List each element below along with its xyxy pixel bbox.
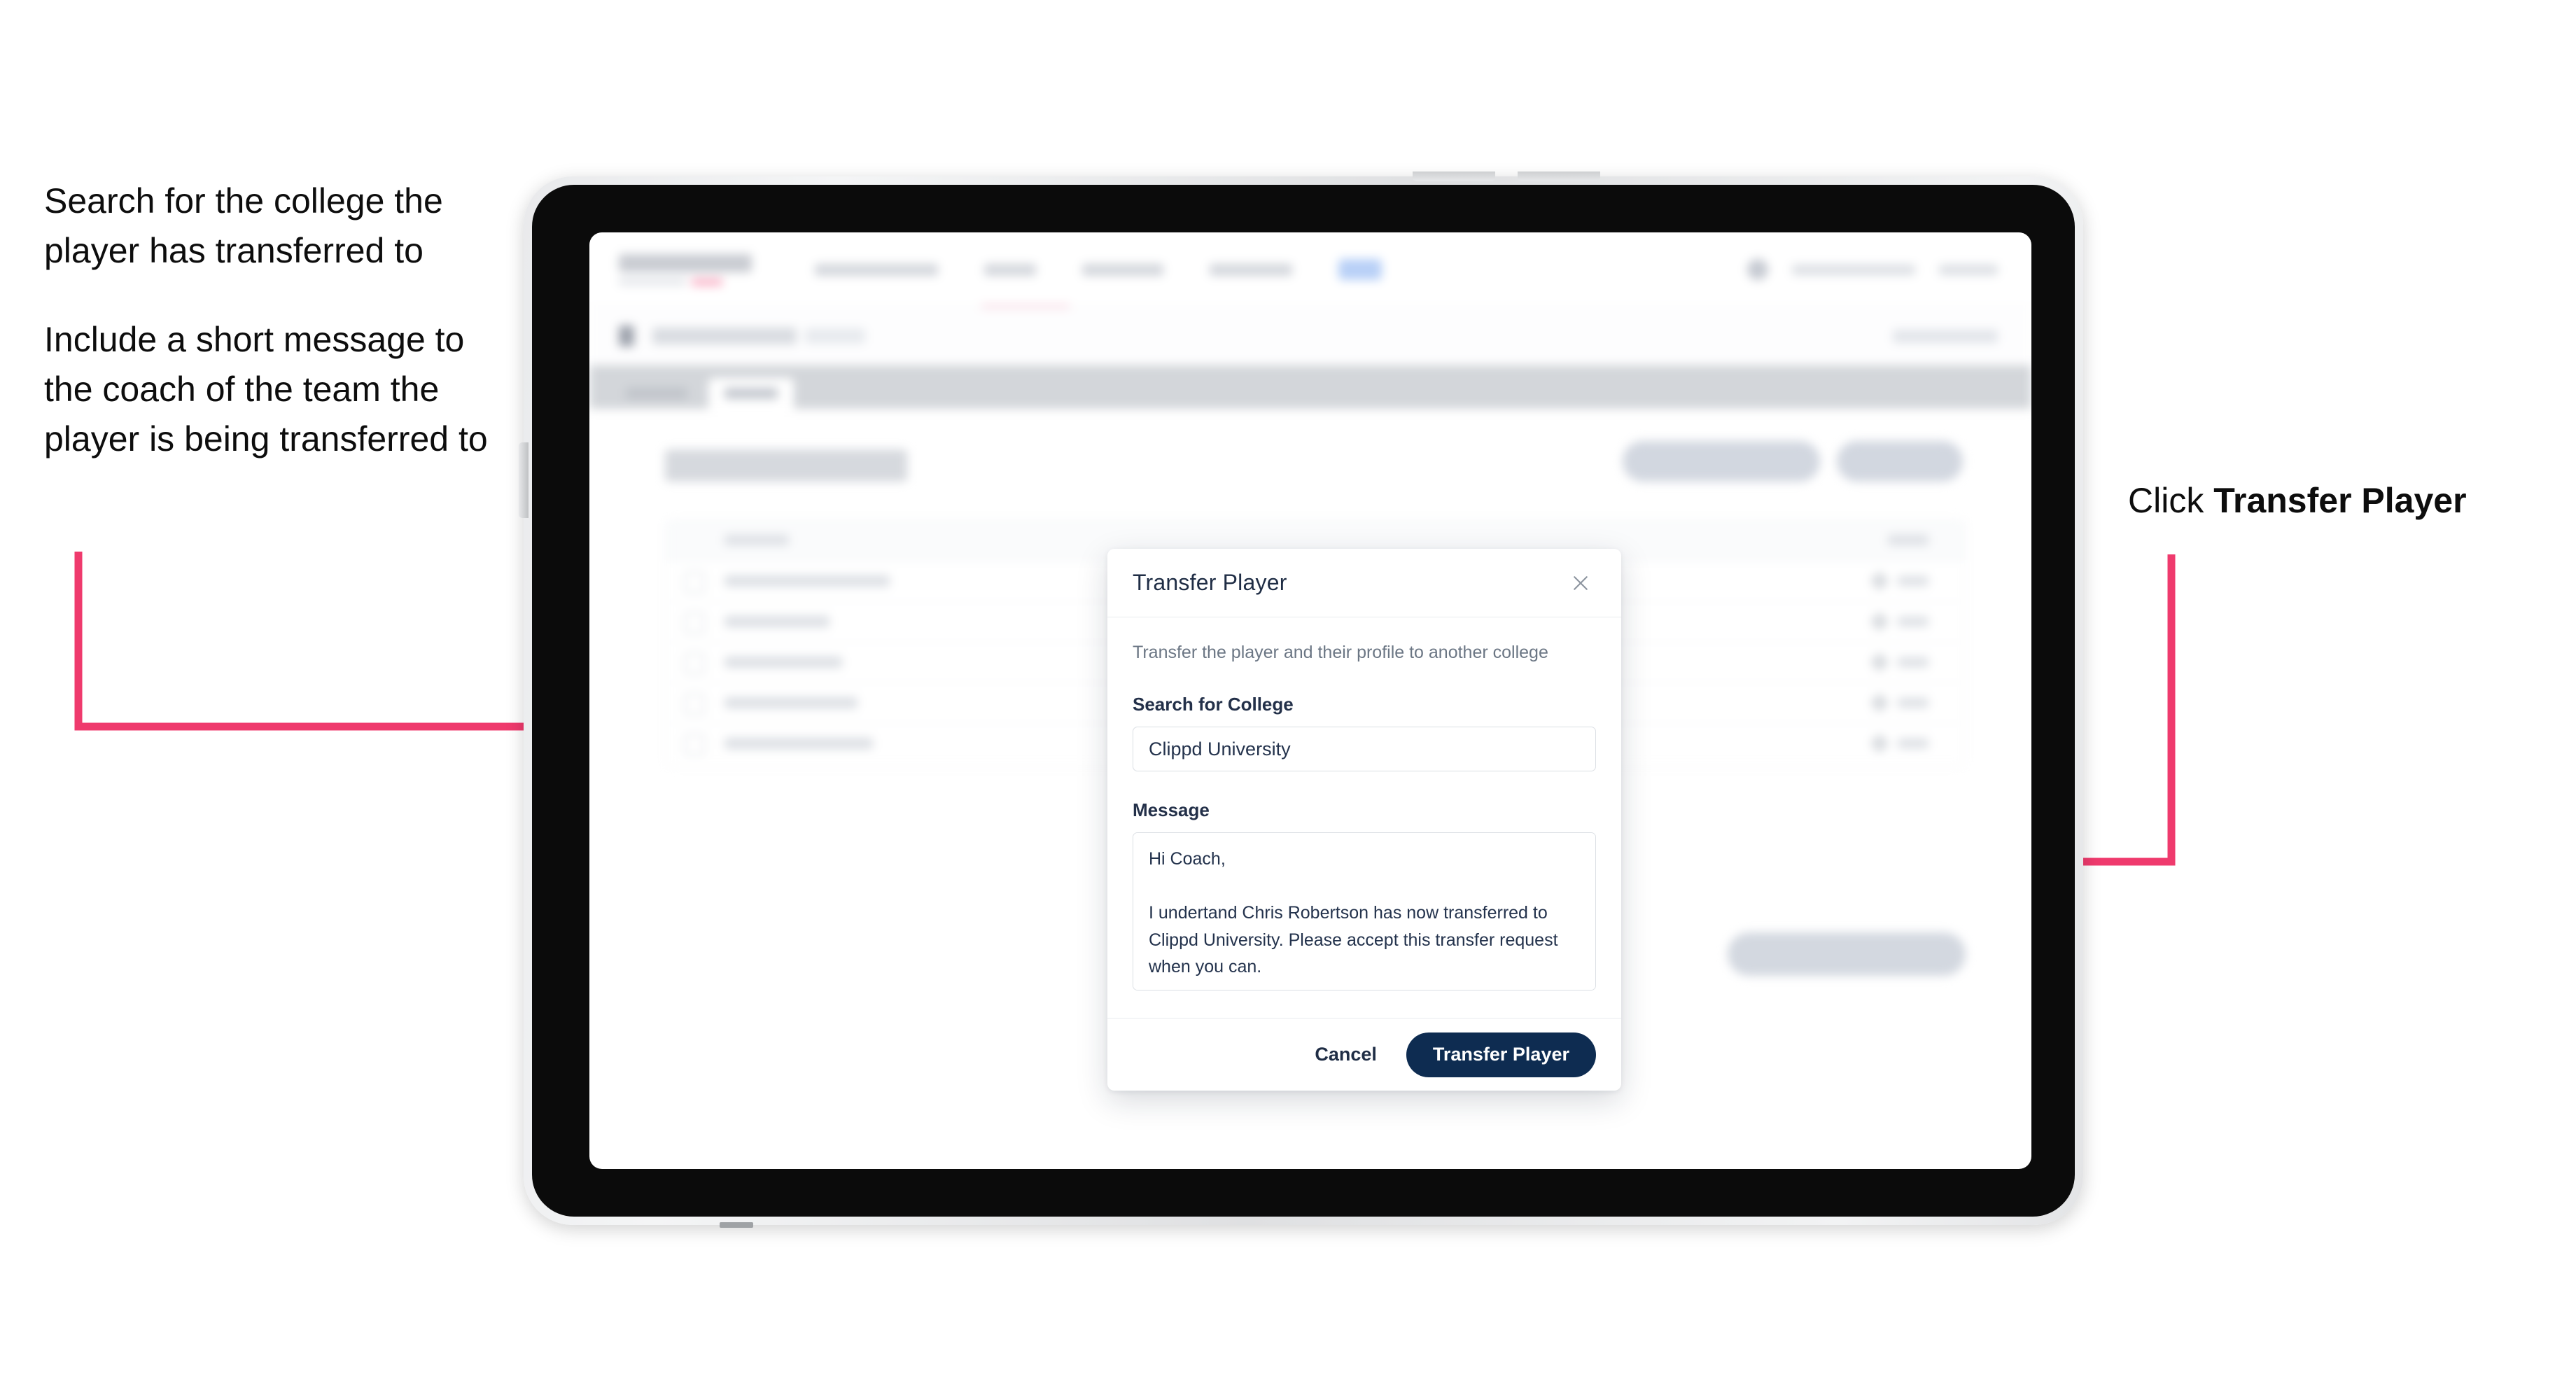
row-checkbox[interactable]	[684, 653, 705, 674]
tab-overview[interactable]	[615, 378, 699, 409]
tab-roster[interactable]	[708, 378, 794, 409]
transfer-player-button[interactable]: Transfer Player	[1406, 1032, 1596, 1077]
nav-user-email	[1792, 264, 1915, 275]
edit-link[interactable]	[1898, 738, 1928, 748]
nav-item-1[interactable]	[815, 263, 938, 276]
player-name	[724, 697, 858, 708]
annotation-left-line-2: Include a short message to the coach of …	[44, 320, 488, 458]
tablet-device: Transfer Player Transfer the player and …	[519, 172, 2083, 1228]
team-icon	[619, 326, 634, 346]
dialog-title: Transfer Player	[1133, 570, 1287, 595]
pencil-icon	[1869, 733, 1890, 754]
message-textarea[interactable]	[1133, 832, 1596, 990]
nav-item-active[interactable]	[1338, 259, 1382, 280]
player-name	[724, 575, 890, 587]
nav-right	[1747, 259, 1998, 280]
player-name	[724, 738, 873, 749]
app-navbar	[589, 232, 2031, 307]
volume-up-button[interactable]	[1413, 172, 1495, 181]
row-checkbox[interactable]	[684, 612, 705, 634]
volume-down-button[interactable]	[1518, 172, 1600, 181]
nav-item-4[interactable]	[1210, 263, 1292, 276]
app-tabs	[589, 365, 2031, 409]
tablet-bezel: Transfer Player Transfer the player and …	[532, 185, 2075, 1217]
dialog-footer: Cancel Transfer Player	[1107, 1018, 1621, 1091]
message-field-label: Message	[1133, 799, 1210, 820]
cancel-button[interactable]: Cancel	[1309, 1037, 1382, 1072]
app-logo[interactable]	[619, 253, 752, 286]
edit-link[interactable]	[1898, 617, 1928, 626]
player-name	[724, 657, 842, 668]
row-checkbox[interactable]	[684, 572, 705, 593]
player-name	[724, 616, 830, 627]
annotation-left-line-1: Search for the college the player has tr…	[44, 181, 443, 270]
team-subname	[805, 328, 865, 344]
nav-item-2[interactable]	[984, 263, 1036, 276]
transfer-player-dialog: Transfer Player Transfer the player and …	[1107, 549, 1621, 1091]
annotation-right: Click Transfer Player	[2128, 476, 2520, 526]
annotation-left: Search for the college the player has tr…	[44, 176, 492, 464]
edit-link[interactable]	[1898, 657, 1928, 667]
subheader-action[interactable]	[1893, 329, 1998, 343]
row-checkbox[interactable]	[684, 734, 705, 755]
power-button[interactable]	[519, 442, 528, 518]
team-name	[652, 328, 797, 344]
annotation-right-bold: Transfer Player	[2213, 481, 2467, 520]
dialog-body: Transfer the player and their profile to…	[1107, 617, 1621, 1018]
dialog-description: Transfer the player and their profile to…	[1133, 643, 1548, 662]
avatar[interactable]	[1747, 259, 1768, 280]
pencil-icon	[1869, 570, 1890, 592]
row-checkbox[interactable]	[684, 694, 705, 715]
request-player-transfer-button[interactable]	[1623, 441, 1820, 482]
nav-items	[815, 259, 1382, 280]
add-player-button[interactable]	[1837, 441, 1963, 482]
annotation-right-prefix: Click	[2128, 481, 2214, 520]
page-title	[665, 449, 907, 482]
edit-link[interactable]	[1898, 576, 1928, 586]
pencil-icon	[1869, 611, 1890, 632]
edit-link[interactable]	[1898, 698, 1928, 708]
tablet-screen: Transfer Player Transfer the player and …	[589, 232, 2031, 1169]
college-field-label: Search for College	[1133, 694, 1294, 715]
sign-out-link[interactable]	[1939, 264, 1998, 275]
dialog-header: Transfer Player	[1107, 549, 1621, 617]
app-subheader	[589, 307, 2031, 365]
search-college-input[interactable]	[1133, 727, 1596, 771]
pencil-icon	[1869, 652, 1890, 673]
save-roster-changes-button[interactable]	[1728, 932, 1966, 976]
device-port	[720, 1222, 753, 1228]
nav-item-3[interactable]	[1082, 263, 1163, 276]
close-icon[interactable]	[1565, 568, 1596, 598]
pencil-icon	[1869, 692, 1890, 713]
